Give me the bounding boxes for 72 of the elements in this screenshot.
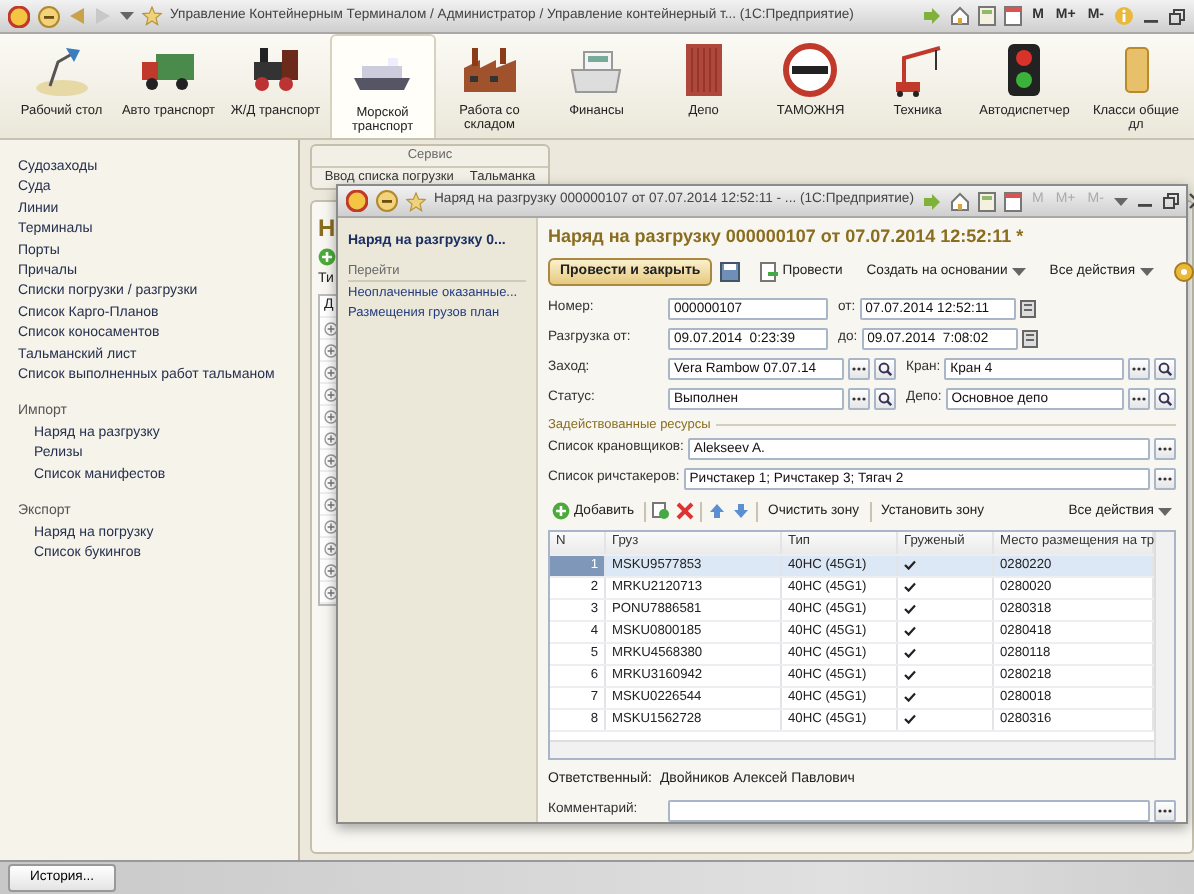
ellipsis-icon: [1132, 365, 1146, 372]
copy-icon[interactable]: [652, 502, 671, 521]
expand-icon[interactable]: [324, 475, 338, 490]
expand-icon[interactable]: [324, 563, 338, 578]
select-button[interactable]: [1154, 467, 1176, 490]
search-button[interactable]: [874, 357, 896, 380]
factory-icon: [459, 42, 520, 98]
star-icon[interactable]: [142, 6, 162, 26]
calendar-icon[interactable]: [1003, 191, 1022, 211]
expand-icon[interactable]: [324, 497, 338, 512]
search-button[interactable]: [874, 387, 896, 410]
caret-icon[interactable]: [1158, 505, 1172, 518]
caret-icon[interactable]: [1139, 265, 1154, 278]
expand-icon[interactable]: [324, 519, 338, 534]
plus-icon: [318, 247, 336, 266]
caret-icon[interactable]: [1113, 195, 1128, 207]
app-logo-icon[interactable]: [8, 5, 30, 27]
calculator-icon[interactable]: [978, 6, 997, 26]
search-icon: [1158, 391, 1172, 406]
calendar-icon[interactable]: [1019, 299, 1036, 318]
calculator-icon[interactable]: [977, 191, 996, 211]
select-button[interactable]: [1128, 387, 1150, 410]
expand-icon[interactable]: [324, 409, 338, 424]
vertical-scrollbar[interactable]: [1154, 531, 1174, 758]
select-button[interactable]: [1128, 357, 1150, 380]
home-icon[interactable]: [950, 6, 971, 26]
expand-icon[interactable]: [324, 541, 338, 556]
caret-icon[interactable]: [120, 10, 134, 22]
expand-icon[interactable]: [324, 387, 338, 402]
expand-icon[interactable]: [324, 585, 338, 600]
home-icon[interactable]: [949, 191, 970, 211]
no-entry-sign-icon: [780, 42, 841, 98]
expand-icon[interactable]: [324, 453, 338, 468]
app-logo-icon[interactable]: [346, 190, 368, 212]
save-icon[interactable]: [720, 261, 741, 282]
caret-icon[interactable]: [1011, 265, 1026, 278]
ellipsis-icon: [1132, 395, 1146, 402]
expand-icon[interactable]: [324, 343, 338, 358]
ellipsis-icon: [1158, 475, 1172, 482]
restore-icon[interactable]: [1168, 7, 1186, 25]
horizontal-scrollbar[interactable]: [550, 739, 1154, 758]
star-icon[interactable]: [406, 191, 426, 211]
search-button[interactable]: [1154, 387, 1176, 410]
ellipsis-icon: [852, 365, 866, 372]
down-arrow-icon[interactable]: [732, 502, 751, 521]
search-icon: [878, 361, 892, 376]
search-button[interactable]: [1154, 357, 1176, 380]
plus-icon: [552, 502, 570, 521]
select-button[interactable]: [1154, 799, 1176, 822]
search-icon: [1158, 361, 1172, 376]
calendar-icon[interactable]: [1004, 6, 1023, 26]
up-arrow-icon[interactable]: [708, 502, 727, 521]
document-heading: Наряд на разгрузку 000000107 от 07.07.2014 12:52:11 *: [548, 226, 1026, 248]
document-icon: [760, 261, 779, 282]
form-heading: Н: [318, 213, 336, 242]
delete-icon[interactable]: [676, 502, 695, 521]
expand-icon[interactable]: [324, 321, 338, 336]
search-icon: [878, 391, 892, 406]
ellipsis-icon: [852, 395, 866, 402]
select-button[interactable]: [848, 357, 870, 380]
expand-icon[interactable]: [324, 431, 338, 446]
ellipsis-icon: [1158, 807, 1172, 814]
expand-icon[interactable]: [324, 365, 338, 380]
menu-icon[interactable]: [376, 190, 398, 212]
desk-lamp-icon: [31, 42, 92, 98]
select-button[interactable]: [1154, 437, 1176, 460]
select-button[interactable]: [848, 387, 870, 410]
menu-icon[interactable]: [38, 5, 60, 27]
calendar-icon[interactable]: [1021, 329, 1038, 348]
input-field[interactable]: [668, 799, 1150, 822]
restore-icon[interactable]: [1161, 192, 1180, 210]
ellipsis-icon: [1158, 445, 1172, 452]
